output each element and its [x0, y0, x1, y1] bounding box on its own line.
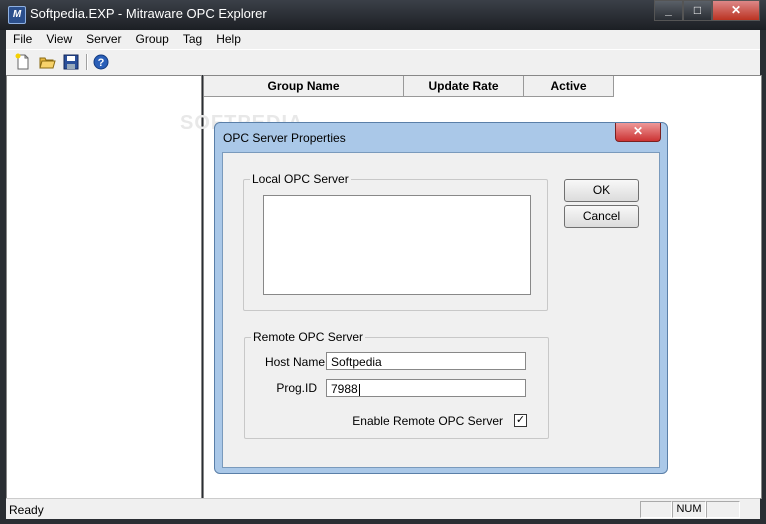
toolbar-separator: [86, 54, 88, 70]
status-cell-num: NUM: [672, 501, 706, 518]
prog-id-label: Prog.ID: [276, 381, 317, 395]
menu-bar: File View Server Group Tag Help: [6, 30, 760, 49]
column-update-rate[interactable]: Update Rate: [404, 76, 524, 97]
host-name-value: Softpedia: [331, 355, 382, 369]
ok-button[interactable]: OK: [564, 179, 639, 202]
status-text: Ready: [9, 503, 44, 517]
dialog-close-button[interactable]: ✕: [615, 123, 661, 142]
save-icon[interactable]: [62, 53, 80, 71]
status-cell-scroll: [706, 501, 740, 518]
enable-remote-label: Enable Remote OPC Server: [352, 414, 503, 428]
prog-id-input[interactable]: 7988: [326, 379, 526, 397]
title-bar[interactable]: M Softpedia.EXP - Mitraware OPC Explorer…: [0, 0, 766, 30]
column-group-name[interactable]: Group Name: [204, 76, 404, 97]
window-title: Softpedia.EXP - Mitraware OPC Explorer: [30, 6, 267, 21]
local-opc-server-legend: Local OPC Server: [252, 172, 349, 186]
opc-server-properties-dialog: OPC Server Properties ✕ Local OPC Server…: [214, 122, 668, 474]
close-button[interactable]: ✕: [712, 0, 760, 21]
window-controls: _ □ ✕: [654, 0, 760, 21]
help-icon[interactable]: ?: [92, 53, 110, 71]
menu-view[interactable]: View: [39, 30, 79, 49]
menu-group[interactable]: Group: [128, 30, 175, 49]
toolbar: ?: [6, 49, 760, 75]
prog-id-value: 7988: [331, 382, 358, 396]
status-cell-caps: [640, 501, 672, 518]
text-caret: [358, 383, 360, 396]
local-opc-server-group: Local OPC Server: [243, 172, 548, 311]
remote-opc-server-legend: Remote OPC Server: [253, 330, 364, 344]
group-tree-pane[interactable]: [6, 75, 202, 499]
main-window: M Softpedia.EXP - Mitraware OPC Explorer…: [0, 0, 766, 524]
host-name-label: Host Name: [264, 355, 325, 369]
app-icon[interactable]: M: [8, 6, 26, 24]
menu-file[interactable]: File: [6, 30, 39, 49]
new-icon[interactable]: [14, 53, 32, 71]
host-name-input[interactable]: Softpedia: [326, 352, 526, 370]
svg-text:?: ?: [98, 57, 105, 69]
minimize-button[interactable]: _: [654, 0, 683, 21]
maximize-button[interactable]: □: [683, 0, 712, 21]
menu-tag[interactable]: Tag: [176, 30, 209, 49]
menu-server[interactable]: Server: [79, 30, 128, 49]
dialog-title: OPC Server Properties: [223, 131, 346, 145]
open-icon[interactable]: [38, 53, 56, 71]
menu-help[interactable]: Help: [209, 30, 248, 49]
column-active[interactable]: Active: [524, 76, 614, 97]
cancel-button[interactable]: Cancel: [564, 205, 639, 228]
enable-remote-checkbox[interactable]: ✓: [514, 414, 527, 427]
dialog-body: Local OPC Server OK Cancel Remote OPC Se…: [222, 152, 660, 468]
local-server-list[interactable]: [263, 195, 531, 295]
status-bar: Ready NUM: [6, 498, 760, 519]
